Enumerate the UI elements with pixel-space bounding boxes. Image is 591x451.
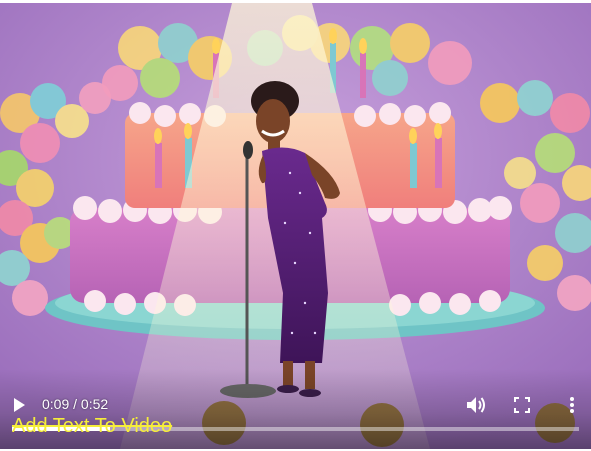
current-time: 0:09 xyxy=(42,396,70,412)
more-vertical-icon xyxy=(570,397,574,413)
more-options-button[interactable] xyxy=(560,392,584,418)
video-player[interactable]: 0:09 / 0:52 Add Text To Video xyxy=(0,3,591,449)
volume-button[interactable] xyxy=(462,392,490,418)
time-display: 0:09 / 0:52 xyxy=(42,396,108,412)
fullscreen-button[interactable] xyxy=(509,392,535,418)
fullscreen-icon xyxy=(514,397,530,413)
time-separator: / xyxy=(69,396,81,412)
volume-icon xyxy=(467,397,485,413)
overlay-caption: Add Text To Video xyxy=(12,415,173,437)
play-icon xyxy=(14,398,25,412)
duration: 0:52 xyxy=(80,396,109,412)
